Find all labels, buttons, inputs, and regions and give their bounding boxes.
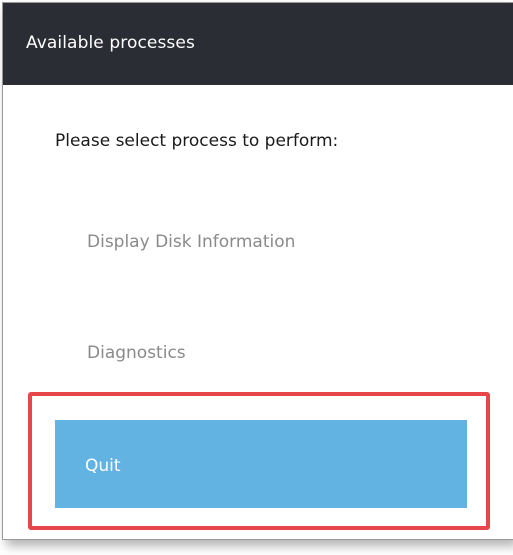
- process-dialog: Available processes Please select proces…: [2, 2, 513, 540]
- screenshot-stage: Available processes Please select proces…: [0, 0, 513, 555]
- option-quit[interactable]: Quit: [55, 420, 467, 508]
- window-title: Available processes: [26, 33, 195, 53]
- title-bar: Available processes: [3, 3, 513, 85]
- option-label: Display Disk Information: [87, 232, 296, 252]
- option-label: Diagnostics: [87, 343, 186, 363]
- option-display-disk-information[interactable]: Display Disk Information: [55, 200, 467, 288]
- option-diagnostics[interactable]: Diagnostics: [55, 311, 467, 399]
- select-prompt: Please select process to perform:: [55, 131, 339, 151]
- option-label: Quit: [85, 456, 121, 476]
